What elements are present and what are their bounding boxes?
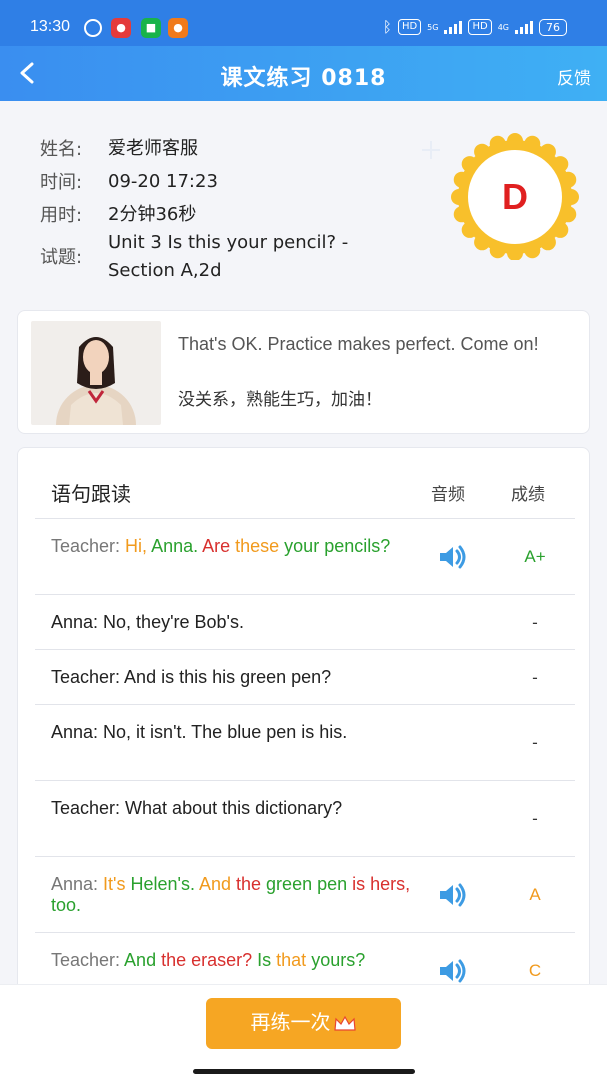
info-time-row: 时间: 09-20 17:23 — [40, 168, 408, 196]
sentence-word: that — [276, 950, 312, 970]
status-time: 13:30 — [30, 18, 71, 35]
score-value: - — [532, 612, 538, 632]
app-notification-icon: ■ — [141, 18, 161, 38]
sentence-word: hers, — [370, 874, 411, 894]
app-notification-icon: ● — [111, 18, 131, 38]
info-topic-key: 试题: — [40, 247, 83, 268]
signal-icon — [515, 20, 533, 34]
grade-letter: D — [502, 176, 528, 217]
table-row: Teacher: What about this dictionary? - — [35, 780, 575, 856]
crown-icon — [333, 1015, 356, 1031]
sentence-word: And — [124, 950, 162, 970]
score-value: A+ — [524, 547, 546, 566]
score-value: - — [532, 733, 538, 752]
signal-2-label: 4G — [497, 22, 509, 32]
nav-bar: 课文练习 0818 反馈 — [0, 46, 607, 101]
bluetooth-icon: ᛒ — [382, 18, 392, 36]
speaker-icon[interactable] — [435, 878, 469, 912]
page-title: 课文练习 0818 — [220, 66, 387, 91]
score-value: A — [529, 885, 541, 904]
sentence-word: too. — [51, 895, 82, 915]
score-value: - — [532, 809, 538, 828]
status-bar: 13:30 ● ■ ● ᛒ HD 5G HD 4G 76 — [0, 0, 607, 46]
table-row: Anna: It's Helen's. And the green pen is… — [35, 856, 575, 932]
column-header-audio: 音频 — [431, 485, 465, 505]
table-row: Anna: No, it isn't. The blue pen is his.… — [35, 704, 575, 780]
speaker-icon[interactable] — [435, 954, 469, 988]
sentence-word: these — [235, 536, 285, 556]
signal-icon — [444, 20, 463, 34]
sentence-word: green pen — [266, 874, 353, 894]
table-title: 语句跟读 — [51, 482, 131, 506]
info-duration-row: 用时: 2分钟36秒 — [40, 201, 408, 229]
sentence-word: the — [236, 874, 267, 894]
speaker-icon[interactable] — [435, 540, 469, 574]
column-header-score: 成绩 — [511, 485, 545, 505]
sentence-word: Anna. — [151, 536, 203, 556]
teacher-avatar — [31, 321, 161, 425]
sentence-word: Helen's. — [130, 874, 199, 894]
info-topic-value: Unit 3 Is this your pencil? - Section A,… — [108, 232, 349, 281]
teacher-message-en: That's OK. Practice makes perfect. Come … — [178, 334, 539, 354]
watermark-subtitle: YING JIAN ZHI JIA.COM — [484, 1039, 583, 1048]
sentence-text: Anna: No, they're Bob's. — [51, 612, 411, 633]
table-header: 语句跟读 音频 成绩 — [18, 448, 589, 518]
sentence-word: Is — [257, 950, 277, 970]
score-value: C — [528, 961, 542, 980]
sentence-rows: Teacher: Hi, Anna. Are these your pencil… — [35, 518, 575, 1006]
hd-badge: HD — [468, 19, 492, 35]
hd-badge: HD — [397, 19, 422, 35]
sentence-table: 语句跟读 音频 成绩 Teacher: Hi, Anna. Are these … — [17, 447, 590, 1007]
info-name-row: 姓名: 爱老师客服 — [40, 135, 408, 163]
battery-icon: 76 — [539, 18, 567, 36]
sentence-word: Hi, — [125, 536, 152, 556]
signal-1-label: 5G — [427, 22, 439, 32]
sentence-word: Teacher: — [51, 536, 126, 556]
sentence-text: Anna: It's Helen's. And the green pen is… — [51, 874, 411, 916]
sentence-word: It's — [103, 874, 131, 894]
info-duration-key: 用时: — [40, 205, 83, 226]
sentence-word: is — [352, 874, 371, 894]
sentence-word: the eraser? — [161, 950, 258, 970]
info-topic-row: 试题: Unit 3 Is this your pencil? - Sectio… — [40, 229, 408, 285]
sentence-word: Anna: No, it isn't. The blue pen is his. — [51, 722, 348, 742]
table-row: Teacher: And is this his green pen? - — [35, 649, 575, 704]
table-row: Anna: No, they're Bob's. - — [35, 594, 575, 649]
watermark: 硬件之家 YING JIAN ZHI JIA.COM — [440, 1005, 600, 1055]
sentence-word: Are — [202, 536, 236, 556]
sentence-text: Teacher: And the eraser? Is that yours? — [51, 950, 411, 971]
grade-badge: D — [451, 133, 579, 260]
sentence-word: Anna: No, they're Bob's. — [51, 612, 244, 632]
sentence-word: Teacher: And is this his green pen? — [51, 667, 332, 687]
info-duration-value: 2分钟36秒 — [108, 204, 197, 225]
home-indicator[interactable] — [193, 1069, 415, 1074]
score-value: - — [532, 667, 538, 687]
sentence-word: Teacher: — [51, 950, 125, 970]
sentence-word: yours? — [311, 950, 366, 970]
feedback-button[interactable]: 反馈 — [557, 64, 591, 89]
sentence-word: And — [198, 874, 237, 894]
app-notification-icon: ● — [168, 18, 188, 38]
sentence-word: your pencils? — [284, 536, 391, 556]
alarm-icon — [84, 19, 102, 37]
table-row: Teacher: Hi, Anna. Are these your pencil… — [35, 518, 575, 594]
info-name-key: 姓名: — [40, 139, 83, 160]
info-time-value: 09-20 17:23 — [108, 171, 218, 192]
info-time-key: 时间: — [40, 172, 83, 193]
info-name-value: 爱老师客服 — [108, 138, 198, 159]
sentence-word: Anna: — [51, 874, 104, 894]
sentence-word: Teacher: What about this dictionary? — [51, 798, 343, 818]
watermark-title: 硬件之家 — [482, 1015, 575, 1040]
watermark-logo-icon — [440, 1009, 476, 1049]
status-indicators: ᛒ HD 5G HD 4G 76 — [383, 18, 567, 36]
sentence-text: Teacher: What about this dictionary? — [51, 798, 411, 819]
practice-again-label: 再练一次 — [250, 1012, 331, 1034]
teacher-feedback-card: That's OK. Practice makes perfect. Come … — [17, 310, 590, 434]
sentence-text: Teacher: Hi, Anna. Are these your pencil… — [51, 536, 411, 557]
sentence-text: Anna: No, it isn't. The blue pen is his. — [51, 722, 411, 743]
teacher-message-cn: 没关系，熟能生巧，加油！ — [178, 390, 382, 410]
sentence-text: Teacher: And is this his green pen? — [51, 667, 411, 688]
practice-again-button[interactable]: 再练一次 — [206, 998, 401, 1049]
